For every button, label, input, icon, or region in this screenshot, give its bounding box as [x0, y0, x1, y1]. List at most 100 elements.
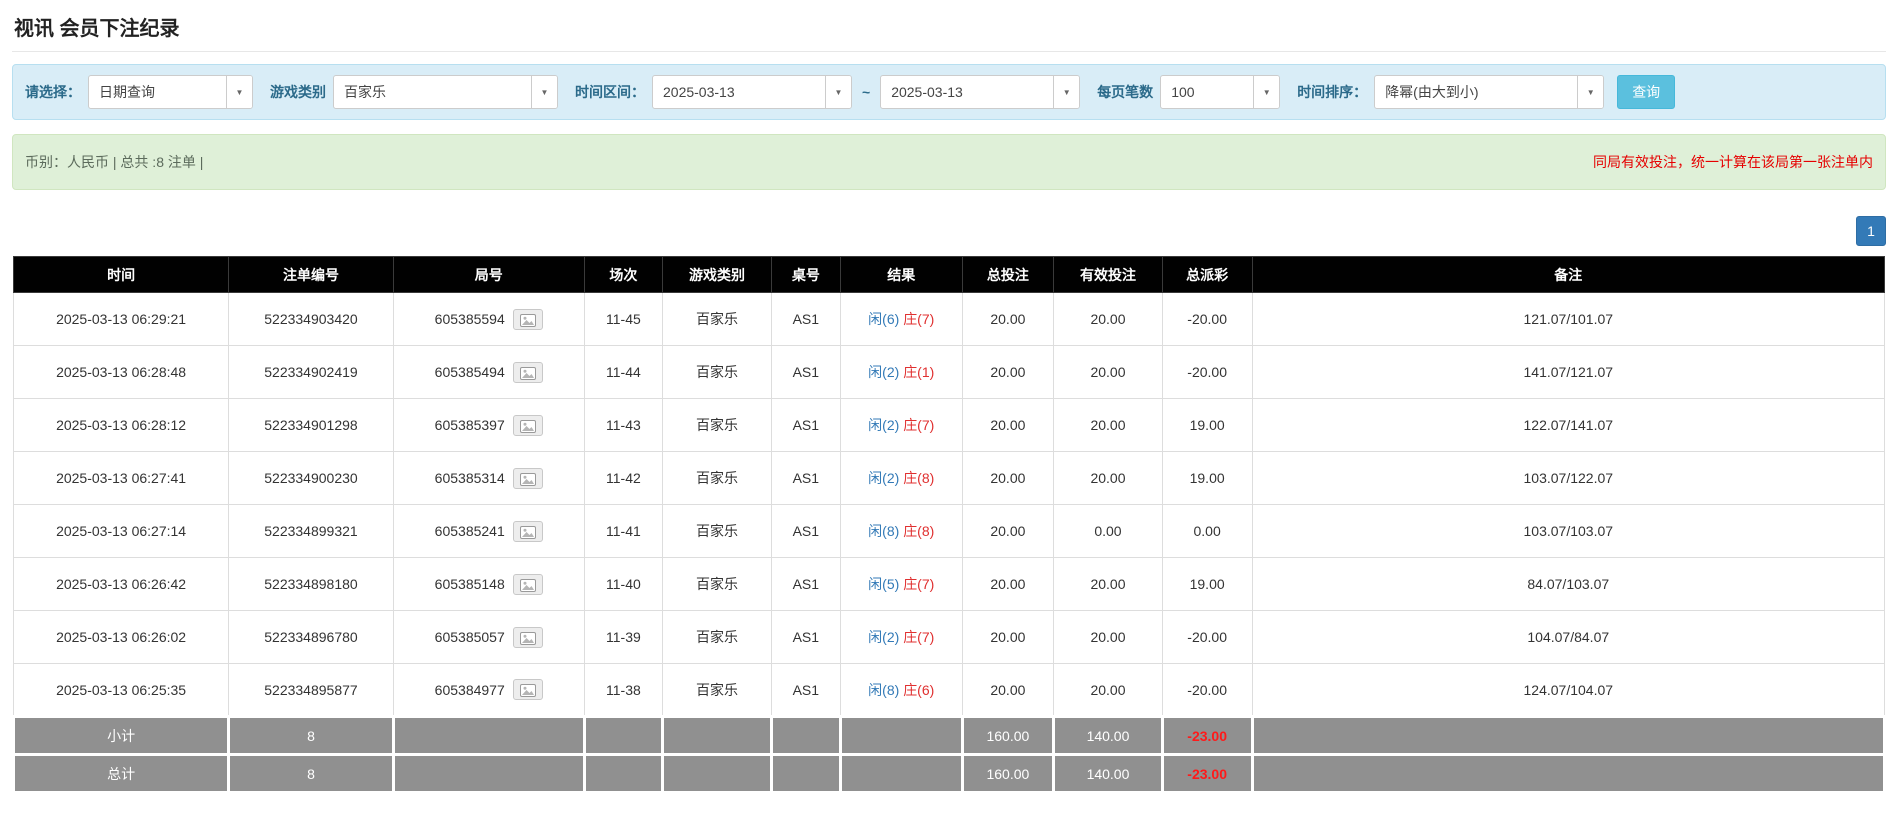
chevron-down-icon[interactable]: ▼ — [825, 76, 851, 108]
round-id: 605385314 — [435, 470, 505, 486]
table-header-row: 时间 注单编号 局号 场次 游戏类别 桌号 结果 总投注 有效投注 总派彩 备注 — [14, 257, 1885, 293]
cell-result: 闲(2) 庄(8) — [840, 452, 962, 505]
subtotal-count: 8 — [229, 717, 394, 755]
cell-payout: -20.00 — [1162, 611, 1252, 664]
cell-bet-id: 522334900230 — [229, 452, 394, 505]
cell-valid-bet: 0.00 — [1054, 505, 1163, 558]
cell-game: 百家乐 — [663, 664, 772, 717]
cell-session: 11-45 — [584, 293, 663, 346]
empty-cell — [771, 717, 840, 755]
table-row[interactable]: 2025-03-13 06:29:21 522334903420 6053855… — [14, 293, 1885, 346]
round-media-icon[interactable] — [513, 362, 543, 383]
empty-cell — [1252, 717, 1884, 755]
chevron-down-icon[interactable]: ▼ — [1053, 76, 1079, 108]
cell-round: 605385314 — [393, 452, 584, 505]
time-sort-select[interactable]: 降幂(由大到小) ▼ — [1374, 75, 1604, 109]
subtotal-row: 小计 8 160.00 140.00 -23.00 — [14, 717, 1885, 755]
table-row[interactable]: 2025-03-13 06:25:35 522334895877 6053849… — [14, 664, 1885, 717]
time-range-label: 时间区间： — [575, 82, 645, 102]
chevron-down-icon[interactable]: ▼ — [1253, 76, 1279, 108]
table-row[interactable]: 2025-03-13 06:28:12 522334901298 6053853… — [14, 399, 1885, 452]
chevron-down-icon[interactable]: ▼ — [1577, 76, 1603, 108]
game-type-value: 百家乐 — [334, 82, 531, 102]
header-total-bet: 总投注 — [962, 257, 1054, 293]
cell-remark: 103.07/103.07 — [1252, 505, 1884, 558]
cell-payout: -20.00 — [1162, 346, 1252, 399]
cell-valid-bet: 20.00 — [1054, 611, 1163, 664]
cell-table-no: AS1 — [771, 611, 840, 664]
cell-total-bet[interactable]: 20.00 — [962, 664, 1054, 717]
round-media-icon[interactable] — [513, 679, 543, 700]
chevron-down-icon[interactable]: ▼ — [531, 76, 557, 108]
page-header: 视讯 会员下注纪录 — [12, 8, 1886, 52]
cell-game: 百家乐 — [663, 346, 772, 399]
subtotal-payout: -23.00 — [1162, 717, 1252, 755]
cell-bet-id: 522334899321 — [229, 505, 394, 558]
table-row[interactable]: 2025-03-13 06:28:48 522334902419 6053854… — [14, 346, 1885, 399]
empty-cell — [1252, 755, 1884, 793]
result-player: 闲(2) — [868, 417, 899, 433]
header-time: 时间 — [14, 257, 229, 293]
page-size-select[interactable]: 100 ▼ — [1160, 75, 1280, 109]
table-row[interactable]: 2025-03-13 06:26:42 522334898180 6053851… — [14, 558, 1885, 611]
round-media-icon[interactable] — [513, 627, 543, 648]
query-type-label: 请选择： — [25, 82, 81, 102]
summary-bar: 币别：人民币 | 总共 :8 注单 | 同局有效投注，统一计算在该局第一张注单内 — [12, 134, 1886, 190]
cell-payout: 19.00 — [1162, 399, 1252, 452]
page-size-label: 每页笔数 — [1097, 82, 1153, 102]
query-type-value: 日期查询 — [89, 82, 226, 102]
result-player: 闲(8) — [868, 682, 899, 698]
date-to-select[interactable]: 2025-03-13 ▼ — [880, 75, 1080, 109]
cell-remark: 122.07/141.07 — [1252, 399, 1884, 452]
cell-total-bet[interactable]: 20.00 — [962, 346, 1054, 399]
date-from-select[interactable]: 2025-03-13 ▼ — [652, 75, 852, 109]
header-session: 场次 — [584, 257, 663, 293]
total-row: 总计 8 160.00 140.00 -23.00 — [14, 755, 1885, 793]
cell-total-bet[interactable]: 20.00 — [962, 558, 1054, 611]
cell-valid-bet: 20.00 — [1054, 399, 1163, 452]
query-button[interactable]: 查询 — [1617, 75, 1675, 109]
round-id: 605385397 — [435, 417, 505, 433]
game-type-select[interactable]: 百家乐 ▼ — [333, 75, 558, 109]
cell-game: 百家乐 — [663, 558, 772, 611]
round-media-icon[interactable] — [513, 521, 543, 542]
round-media-icon[interactable] — [513, 415, 543, 436]
cell-payout: -20.00 — [1162, 664, 1252, 717]
empty-cell — [663, 717, 772, 755]
cell-result: 闲(2) 庄(7) — [840, 399, 962, 452]
cell-payout: 0.00 — [1162, 505, 1252, 558]
query-type-select[interactable]: 日期查询 ▼ — [88, 75, 253, 109]
table-row[interactable]: 2025-03-13 06:26:02 522334896780 6053850… — [14, 611, 1885, 664]
round-id: 605385494 — [435, 364, 505, 380]
chevron-down-icon[interactable]: ▼ — [226, 76, 252, 108]
table-row[interactable]: 2025-03-13 06:27:14 522334899321 6053852… — [14, 505, 1885, 558]
result-player: 闲(5) — [868, 576, 899, 592]
header-table-no: 桌号 — [771, 257, 840, 293]
result-player: 闲(6) — [868, 311, 899, 327]
cell-remark: 104.07/84.07 — [1252, 611, 1884, 664]
cell-total-bet[interactable]: 20.00 — [962, 611, 1054, 664]
cell-total-bet[interactable]: 20.00 — [962, 505, 1054, 558]
page-number-button[interactable]: 1 — [1856, 216, 1886, 246]
total-valid-bet: 140.00 — [1054, 755, 1163, 793]
round-media-icon[interactable] — [513, 468, 543, 489]
cell-total-bet[interactable]: 20.00 — [962, 452, 1054, 505]
cell-remark: 121.07/101.07 — [1252, 293, 1884, 346]
cell-result: 闲(2) 庄(1) — [840, 346, 962, 399]
cell-session: 11-38 — [584, 664, 663, 717]
result-banker: 庄(1) — [903, 364, 934, 380]
cell-table-no: AS1 — [771, 452, 840, 505]
cell-session: 11-40 — [584, 558, 663, 611]
round-media-icon[interactable] — [513, 309, 543, 330]
cell-total-bet[interactable]: 20.00 — [962, 399, 1054, 452]
cell-time: 2025-03-13 06:26:02 — [14, 611, 229, 664]
cell-total-bet[interactable]: 20.00 — [962, 293, 1054, 346]
cell-bet-id: 522334895877 — [229, 664, 394, 717]
table-row[interactable]: 2025-03-13 06:27:41 522334900230 6053853… — [14, 452, 1885, 505]
cell-remark: 84.07/103.07 — [1252, 558, 1884, 611]
round-id: 605385148 — [435, 576, 505, 592]
cell-result: 闲(8) 庄(8) — [840, 505, 962, 558]
cell-round: 605385148 — [393, 558, 584, 611]
round-media-icon[interactable] — [513, 574, 543, 595]
round-id: 605385241 — [435, 523, 505, 539]
